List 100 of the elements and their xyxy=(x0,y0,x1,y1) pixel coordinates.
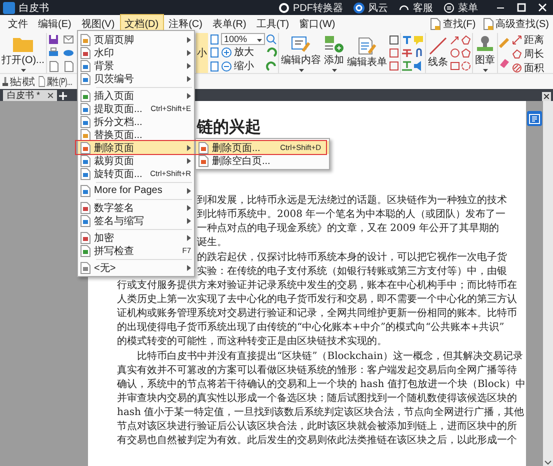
document-icon xyxy=(80,262,91,274)
polygon-icon[interactable] xyxy=(461,34,471,45)
add-button[interactable]: 添加 xyxy=(323,34,345,72)
titlebar-button[interactable]: 客服 xyxy=(398,0,433,14)
text-line: 比特币白皮书中并没有直接提出“区块链”（Blockchain）这一概念，但其解决交易记录 xyxy=(136,350,524,364)
toolbar-button[interactable]: 小 xyxy=(196,33,208,73)
polygon-icon xyxy=(512,49,522,59)
document-icon xyxy=(80,232,91,244)
menu-item[interactable]: 注释(C) xyxy=(164,14,208,34)
text-box-icon[interactable] xyxy=(389,61,399,72)
edit-form-button[interactable]: 编辑表单 xyxy=(346,37,388,69)
menu-item[interactable]: 页眉页脚 xyxy=(78,33,194,46)
arrow-icon[interactable] xyxy=(450,34,460,45)
search-icon[interactable] xyxy=(266,34,277,46)
stamp-button[interactable]: 图章 xyxy=(474,34,496,72)
document-tab[interactable]: 白皮书 * xyxy=(3,90,58,101)
save-icon[interactable] xyxy=(48,34,59,46)
menu-item[interactable]: 表单(R) xyxy=(207,14,252,34)
titlebar-button[interactable]: PDF转换器 xyxy=(278,0,343,14)
text-line: 并审查块内交易的真实性以形成一个备选区块；随后试图找到一个随机数使得该候选区块的 xyxy=(117,392,518,406)
menu-item[interactable]: <无> xyxy=(78,261,194,274)
menu-icon xyxy=(443,2,455,14)
properties-button[interactable]: 属性(P)... xyxy=(38,74,72,88)
document-icon xyxy=(80,72,91,84)
toolbar-button[interactable]: 查找(F) xyxy=(428,17,476,31)
open-button[interactable]: 打开(O)... xyxy=(0,34,46,72)
menu-item[interactable]: 删除空白页... xyxy=(196,154,329,167)
menu-item[interactable]: 窗口(W) xyxy=(294,14,340,34)
menu-item[interactable]: 加密 xyxy=(78,231,194,244)
close-all-button[interactable] xyxy=(542,92,551,101)
speaker-icon[interactable] xyxy=(413,61,424,72)
fit-page-icon[interactable] xyxy=(209,34,220,46)
text-box-icon[interactable] xyxy=(389,48,399,58)
distance-button[interactable]: 距离 xyxy=(512,33,544,47)
window-title: 白皮书 xyxy=(19,2,49,14)
find-icon xyxy=(428,18,441,30)
eraser-icon[interactable] xyxy=(499,58,510,68)
titlebar-button[interactable]: 菜单 xyxy=(443,0,478,14)
menu-item[interactable]: 背景 xyxy=(78,59,194,72)
menu-item[interactable]: 删除页面 xyxy=(78,141,194,154)
document-icon[interactable] xyxy=(48,60,59,72)
converter-icon xyxy=(278,2,290,14)
panel-icon xyxy=(529,114,540,124)
menu-item[interactable]: 裁剪页面 xyxy=(78,154,194,167)
ellipse-icon[interactable] xyxy=(450,48,460,58)
text-line: 诞生。 xyxy=(197,236,228,250)
menu-item[interactable]: 工具(T) xyxy=(251,14,294,34)
fit-width-icon[interactable] xyxy=(209,47,220,58)
menu-item[interactable]: 贝茨编号 xyxy=(78,72,194,85)
menu-item[interactable]: More for Pages xyxy=(78,184,194,197)
titlebar-button[interactable]: 风云 xyxy=(353,0,388,14)
zoom-out-button[interactable]: 缩小 xyxy=(221,59,254,73)
menu-item[interactable]: 编辑(E) xyxy=(33,14,76,34)
text-line: 证机构或账务管理系统对交易进行验证和记录，全网共同维护更新一份相同的账本。比特币 xyxy=(117,307,518,321)
zoom-in-button[interactable]: 放大 xyxy=(221,45,254,59)
strikethrough-icon[interactable] xyxy=(402,48,412,58)
toolbar-button[interactable]: 高级查找(S) xyxy=(482,17,549,31)
underline-icon[interactable] xyxy=(402,61,412,72)
document-icon xyxy=(80,102,91,114)
text-line: 有交易也自然被判定为有效。此后发生的交易则依此法类推链在该区块之后，以此形成一个 xyxy=(117,434,518,448)
fit-visible-icon[interactable] xyxy=(209,60,220,72)
rectangle-icon[interactable] xyxy=(450,61,460,72)
menu-item[interactable]: 数字签名 xyxy=(78,201,194,214)
menu-item[interactable]: 水印 xyxy=(78,46,194,59)
maximize-icon[interactable] xyxy=(517,3,526,12)
exclusive-mode-button[interactable]: 独占模式 xyxy=(2,74,35,88)
app-logo xyxy=(3,2,15,14)
menu-item[interactable]: 插入页面 xyxy=(78,89,194,102)
scrollbar[interactable] xyxy=(543,101,553,466)
text-line: 的出现使得电子货币系统出现了由传统的“中心化账本+中介”的模式向“公共账本+共识” xyxy=(117,321,506,335)
plus-icon[interactable] xyxy=(57,90,70,101)
text-line: 人类历史上第一次实现了去中心化的电子货币发行和交易，即不需要一个中心化的第三方认 xyxy=(117,293,518,307)
line-button[interactable]: 线条 xyxy=(427,37,449,69)
zoom-field[interactable]: 100% xyxy=(221,33,265,45)
menu-item[interactable]: 签名与缩写 xyxy=(78,214,194,227)
menu-item[interactable]: 视图(V) xyxy=(76,14,120,34)
area-button[interactable]: 面积 xyxy=(512,61,544,75)
text-line: 到和发展，比特币永远是无法绕过的话题。区块链作为一种独立的技术 xyxy=(197,194,508,208)
text-box-icon[interactable] xyxy=(389,34,399,45)
print-icon[interactable] xyxy=(48,47,59,58)
rotate-left-icon[interactable] xyxy=(266,47,277,58)
text-line: 到比特币系统中。2008 年一个笔名为中本聪的人（或团队）发布了一 xyxy=(197,208,507,222)
mail-icon[interactable] xyxy=(63,34,74,46)
arrow-icon xyxy=(512,35,522,45)
menu-item[interactable]: 文件 xyxy=(3,14,33,34)
text-line: 真实有效并不可篡改的方案可以看做区块链系统的雏形：客户端发起交易后向全网广播等待 xyxy=(117,364,518,378)
text-line: 实验：在传统的电子支付系统（如银行转账或第三方支付等）中，由银 xyxy=(197,265,508,279)
document-icon[interactable] xyxy=(63,60,74,72)
document-icon xyxy=(198,142,209,154)
perimeter-button[interactable]: 周长 xyxy=(512,47,544,61)
menu-item[interactable]: 拆分文档... xyxy=(78,115,194,128)
edit-form-icon xyxy=(357,37,377,55)
edit-content-button[interactable]: 编辑内容 xyxy=(280,34,322,72)
menu-item[interactable]: 替换页面... xyxy=(78,128,194,141)
pentagon-icon[interactable] xyxy=(461,48,471,58)
document-icon xyxy=(80,214,91,226)
rotate-right-icon[interactable] xyxy=(266,60,277,72)
text-icon[interactable] xyxy=(402,34,412,45)
document-heading: 链的兴起 xyxy=(197,117,262,137)
side-panel-button[interactable] xyxy=(527,111,542,126)
